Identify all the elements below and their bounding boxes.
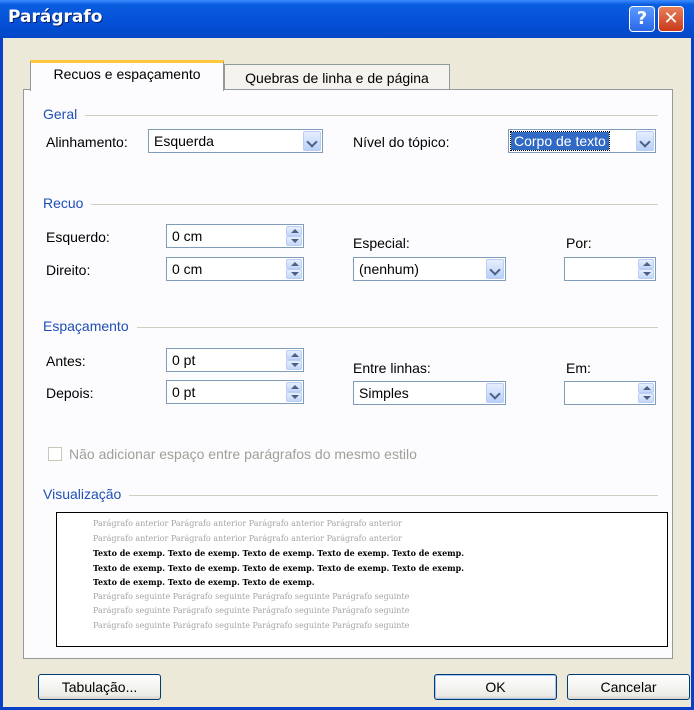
spin-down-icon[interactable] <box>638 269 654 279</box>
nivel-topico-value: Corpo de texto <box>510 131 610 151</box>
nivel-topico-label: Nível do tópico: <box>353 134 450 150</box>
spin-up-icon[interactable] <box>286 350 302 360</box>
chevron-down-icon[interactable] <box>303 131 321 151</box>
ok-button[interactable]: OK <box>434 674 557 700</box>
tab-recuos-espacamento[interactable]: Recuos e espaçamento <box>30 60 224 91</box>
preview-line: Parágrafo anterior Parágrafo anterior Pa… <box>93 533 402 543</box>
alinhamento-label: Alinhamento: <box>46 134 128 150</box>
em-spinner[interactable] <box>564 381 656 405</box>
especial-label: Especial: <box>353 235 410 251</box>
por-label: Por: <box>566 235 592 251</box>
direito-spinner[interactable]: 0 cm <box>166 257 304 281</box>
preview-line: Texto de exemp. Texto de exemp. Texto de… <box>93 562 465 573</box>
antes-spinner[interactable]: 0 pt <box>166 348 304 372</box>
por-spinner[interactable] <box>564 257 656 281</box>
especial-value: (nenhum) <box>359 261 419 277</box>
depois-spinner[interactable]: 0 pt <box>166 380 304 404</box>
chevron-down-icon[interactable] <box>486 383 504 403</box>
preview-line: Texto de exemp. Texto de exemp. Texto de… <box>93 577 315 587</box>
depois-value: 0 pt <box>172 384 196 400</box>
alinhamento-select[interactable]: Esquerda <box>148 129 323 153</box>
title-bar[interactable]: Parágrafo ? ✕ <box>0 0 694 38</box>
spin-up-icon[interactable] <box>286 382 302 392</box>
espacamento-divider <box>48 327 658 328</box>
paragraph-dialog: Parágrafo ? ✕ Recuos e espaçamento Quebr… <box>0 0 694 710</box>
no-space-same-style-checkbox[interactable] <box>48 447 62 461</box>
especial-select[interactable]: (nenhum) <box>353 257 506 281</box>
esquerdo-value: 0 cm <box>172 228 203 244</box>
antes-value: 0 pt <box>172 352 196 368</box>
spin-up-icon[interactable] <box>286 259 302 269</box>
preview-line: Parágrafo seguinte Parágrafo seguinte Pa… <box>93 620 410 630</box>
chevron-down-icon[interactable] <box>636 131 654 151</box>
nivel-topico-select[interactable]: Corpo de texto <box>508 129 656 153</box>
entre-linhas-label: Entre linhas: <box>353 360 431 376</box>
geral-divider <box>48 115 658 116</box>
preview-line: Parágrafo seguinte Parágrafo seguinte Pa… <box>93 591 410 601</box>
direito-value: 0 cm <box>172 261 203 277</box>
window-title: Parágrafo <box>8 7 103 27</box>
esquerdo-label: Esquerdo: <box>46 229 110 245</box>
spin-down-icon[interactable] <box>286 392 302 402</box>
recuo-divider <box>48 204 658 205</box>
section-geral: Geral <box>43 106 86 122</box>
em-label: Em: <box>566 360 591 376</box>
preview-line: Texto de exemp. Texto de exemp. Texto de… <box>93 548 465 558</box>
no-space-same-style-label[interactable]: Não adicionar espaço entre parágrafos do… <box>69 446 417 462</box>
spin-up-icon[interactable] <box>286 226 302 236</box>
direito-label: Direito: <box>46 262 91 278</box>
preview-line: Parágrafo seguinte Parágrafo seguinte Pa… <box>93 606 410 615</box>
section-recuo: Recuo <box>43 195 92 211</box>
spin-up-icon[interactable] <box>638 383 654 393</box>
spin-down-icon[interactable] <box>638 393 654 403</box>
preview-line: Parágrafo anterior Parágrafo anterior Pa… <box>93 519 402 528</box>
help-button[interactable]: ? <box>629 6 655 32</box>
tabulacao-button[interactable]: Tabulação... <box>38 674 161 700</box>
chevron-down-icon[interactable] <box>486 259 504 279</box>
entre-linhas-value: Simples <box>359 385 409 401</box>
tab-quebras-linha-pagina[interactable]: Quebras de linha e de página <box>224 64 450 91</box>
section-visualizacao: Visualização <box>43 486 130 502</box>
close-button[interactable]: ✕ <box>658 6 684 32</box>
spin-down-icon[interactable] <box>286 360 302 370</box>
section-espacamento: Espaçamento <box>43 318 137 334</box>
visualizacao-divider <box>48 495 658 496</box>
spin-down-icon[interactable] <box>286 269 302 279</box>
antes-label: Antes: <box>46 353 86 369</box>
spin-down-icon[interactable] <box>286 236 302 246</box>
esquerdo-spinner[interactable]: 0 cm <box>166 224 304 248</box>
entre-linhas-select[interactable]: Simples <box>353 381 506 405</box>
depois-label: Depois: <box>46 385 94 401</box>
alinhamento-value: Esquerda <box>154 133 214 149</box>
spin-up-icon[interactable] <box>638 259 654 269</box>
preview-box: Parágrafo anterior Parágrafo anterior Pa… <box>56 512 668 647</box>
cancelar-button[interactable]: Cancelar <box>567 674 690 700</box>
